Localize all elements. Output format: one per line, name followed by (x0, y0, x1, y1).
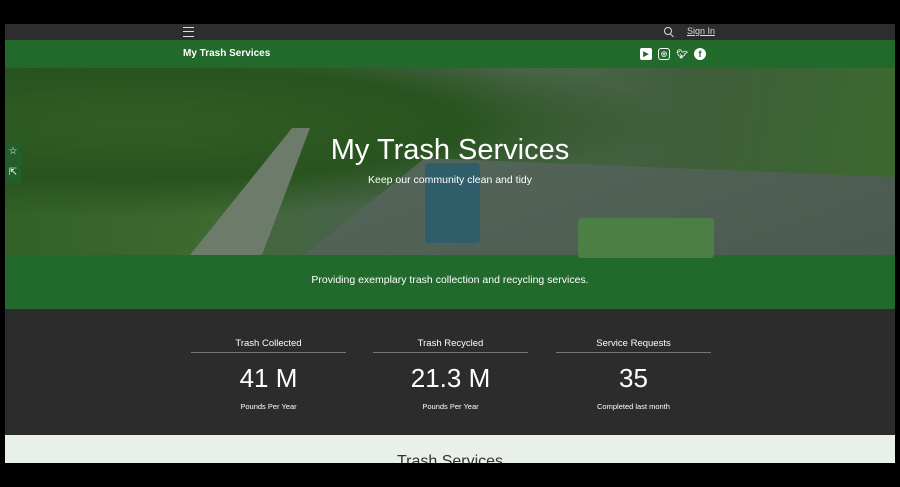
sign-in-link[interactable]: Sign In (687, 26, 715, 36)
hero-banner: ☆ ⇱ My Trash Services Keep our community… (5, 68, 895, 258)
stat-value: 41 M (239, 363, 298, 393)
stat-value: 35 (619, 363, 648, 393)
search-icon[interactable] (664, 27, 672, 35)
instagram-icon[interactable]: ◎ (658, 48, 670, 60)
facebook-icon[interactable]: f (694, 48, 706, 60)
stat-unit: Pounds Per Year (240, 402, 297, 411)
services-section: Trash Services (5, 435, 895, 463)
stat-label: Trash Recycled (373, 338, 528, 353)
section-title: Trash Services (396, 453, 504, 463)
stat-service-requests: Service Requests 35 Completed last month (556, 338, 711, 411)
youtube-icon[interactable]: ▶ (640, 48, 652, 60)
stats-section: Trash Collected 41 M Pounds Per Year Tra… (5, 309, 895, 435)
tagline-band: Providing exemplary trash collection and… (5, 255, 895, 309)
site-title[interactable]: My Trash Services (183, 48, 270, 59)
social-links: ▶ ◎ 🐦︎ f (640, 48, 706, 60)
stat-unit: Completed last month (597, 402, 670, 411)
stat-trash-collected: Trash Collected 41 M Pounds Per Year (191, 338, 346, 411)
stat-unit: Pounds Per Year (422, 402, 479, 411)
top-bar: Sign In (5, 24, 895, 40)
hero-subtitle: Keep our community clean and tidy (367, 174, 532, 186)
page: Sign In My Trash Services ▶ ◎ 🐦︎ f ☆ ⇱ M… (5, 24, 895, 463)
hero-image-bin (578, 218, 714, 258)
stat-label: Trash Collected (191, 338, 346, 353)
stat-trash-recycled: Trash Recycled 21.3 M Pounds Per Year (373, 338, 528, 411)
stat-label: Service Requests (556, 338, 711, 353)
twitter-icon[interactable]: 🐦︎ (676, 48, 688, 60)
hamburger-menu-icon[interactable] (183, 27, 194, 37)
stat-value: 21.3 M (410, 363, 491, 393)
hero-title: My Trash Services (330, 134, 570, 166)
site-header: My Trash Services ▶ ◎ 🐦︎ f (5, 40, 895, 68)
